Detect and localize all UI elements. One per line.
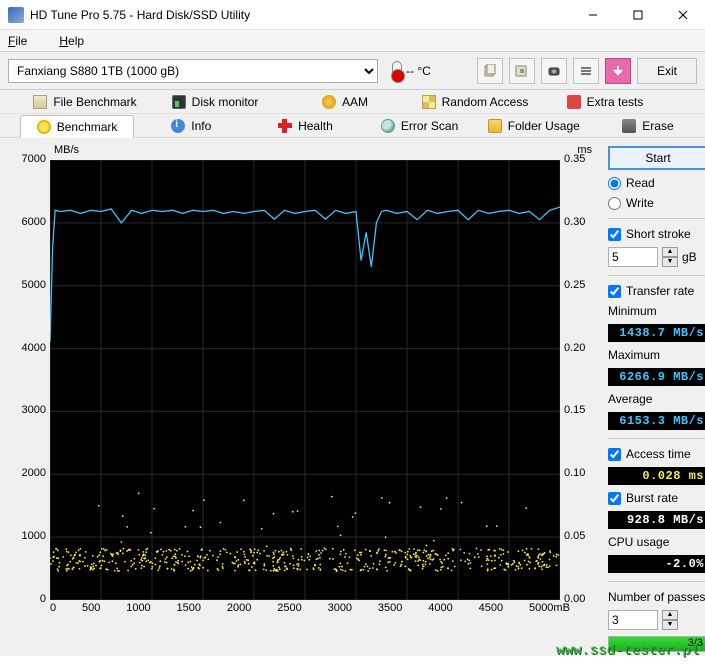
info-icon: [171, 119, 185, 133]
file-benchmark-icon: [33, 95, 47, 109]
save-screenshot-button[interactable]: [541, 58, 567, 84]
tab-error-scan[interactable]: Error Scan: [363, 114, 477, 137]
tabs-bottom: Benchmark Info Health Error Scan Folder …: [0, 114, 705, 138]
passes-up[interactable]: ▲: [662, 610, 678, 620]
access-time-label: Access time: [626, 447, 691, 461]
menubar: File Help: [0, 30, 705, 52]
watermark: www.ssd-tester.pl: [556, 643, 699, 659]
temperature-value: -- °C: [406, 64, 431, 78]
options-button[interactable]: [573, 58, 599, 84]
gb-label: gB: [682, 250, 697, 264]
window-titlebar: HD Tune Pro 5.75 - Hard Disk/SSD Utility: [0, 0, 705, 30]
tab-folder-usage[interactable]: Folder Usage: [477, 114, 591, 137]
benchmark-sidebar: Start Read Write Short stroke ▲▼ gB Tran…: [608, 144, 705, 652]
passes-label: Number of passes: [608, 590, 705, 604]
start-button[interactable]: Start: [608, 146, 705, 170]
tab-health[interactable]: Health: [248, 114, 362, 137]
tab-aam[interactable]: AAM: [280, 90, 410, 113]
tab-random-access[interactable]: Random Access: [410, 90, 540, 113]
health-icon: [278, 119, 292, 133]
minimum-value: 1438.7 MB/s: [608, 324, 705, 342]
chart-area: MB/s ms 010002000300040005000600070000.0…: [10, 144, 600, 652]
short-stroke-down[interactable]: ▼: [662, 257, 678, 267]
cpu-usage-value: -2.0%: [608, 555, 705, 573]
burst-rate-value: 928.8 MB/s: [608, 511, 705, 529]
copy-screenshot-button[interactable]: [509, 58, 535, 84]
tab-info[interactable]: Info: [134, 114, 248, 137]
toolbar: Fanxiang S880 1TB (1000 gB) -- °C Exit: [0, 52, 705, 90]
minimize-button[interactable]: [570, 0, 615, 30]
passes-input[interactable]: [608, 610, 658, 630]
window-buttons: [570, 0, 705, 30]
tabs-top: File Benchmark Disk monitor AAM Random A…: [0, 90, 705, 114]
short-stroke-label: Short stroke: [626, 227, 691, 241]
x-axis-ticks: 0500100015002000250030003500400045005000…: [50, 602, 570, 614]
short-stroke-up[interactable]: ▲: [662, 247, 678, 257]
close-button[interactable]: [660, 0, 705, 30]
random-access-icon: [422, 95, 436, 109]
maximize-button[interactable]: [615, 0, 660, 30]
window-title: HD Tune Pro 5.75 - Hard Disk/SSD Utility: [30, 8, 570, 22]
tab-file-benchmark[interactable]: File Benchmark: [20, 90, 150, 113]
cpu-usage-label: CPU usage: [608, 535, 705, 549]
write-radio[interactable]: [608, 197, 621, 210]
access-time-check[interactable]: [608, 448, 621, 461]
write-label: Write: [626, 196, 654, 210]
transfer-rate-check[interactable]: [608, 285, 621, 298]
y-left-unit: MB/s: [54, 144, 79, 156]
benchmark-icon: [37, 120, 51, 134]
read-radio[interactable]: [608, 177, 621, 190]
menu-file[interactable]: File: [8, 34, 43, 48]
access-time-value: 0.028 ms: [608, 467, 705, 485]
drive-select[interactable]: Fanxiang S880 1TB (1000 gB): [8, 59, 378, 83]
save-button[interactable]: [605, 58, 631, 84]
average-label: Average: [608, 392, 705, 406]
transfer-rate-label: Transfer rate: [626, 284, 694, 298]
app-icon: [8, 7, 24, 23]
passes-down[interactable]: ▼: [662, 620, 678, 630]
tab-disk-monitor[interactable]: Disk monitor: [150, 90, 280, 113]
average-value: 6153.3 MB/s: [608, 412, 705, 430]
benchmark-content: MB/s ms 010002000300040005000600070000.0…: [0, 138, 705, 656]
disk-monitor-icon: [172, 95, 186, 109]
tab-erase[interactable]: Erase: [591, 114, 705, 137]
extra-tests-icon: [567, 95, 581, 109]
tab-benchmark[interactable]: Benchmark: [20, 115, 134, 138]
menu-help[interactable]: Help: [59, 34, 100, 48]
aam-icon: [322, 95, 336, 109]
burst-rate-check[interactable]: [608, 492, 621, 505]
short-stroke-check[interactable]: [608, 228, 621, 241]
tab-extra-tests[interactable]: Extra tests: [540, 90, 670, 113]
maximum-label: Maximum: [608, 348, 705, 362]
maximum-value: 6266.9 MB/s: [608, 368, 705, 386]
temperature-display: -- °C: [392, 61, 431, 81]
exit-button[interactable]: Exit: [637, 58, 697, 84]
read-label: Read: [626, 176, 655, 190]
benchmark-chart: 010002000300040005000600070000.000.050.1…: [50, 160, 560, 600]
thermometer-icon: [392, 61, 402, 81]
short-stroke-input[interactable]: [608, 247, 658, 267]
error-scan-icon: [381, 119, 395, 133]
copy-info-button[interactable]: [477, 58, 503, 84]
minimum-label: Minimum: [608, 304, 705, 318]
burst-rate-label: Burst rate: [626, 491, 678, 505]
folder-usage-icon: [488, 119, 502, 133]
erase-icon: [622, 119, 636, 133]
